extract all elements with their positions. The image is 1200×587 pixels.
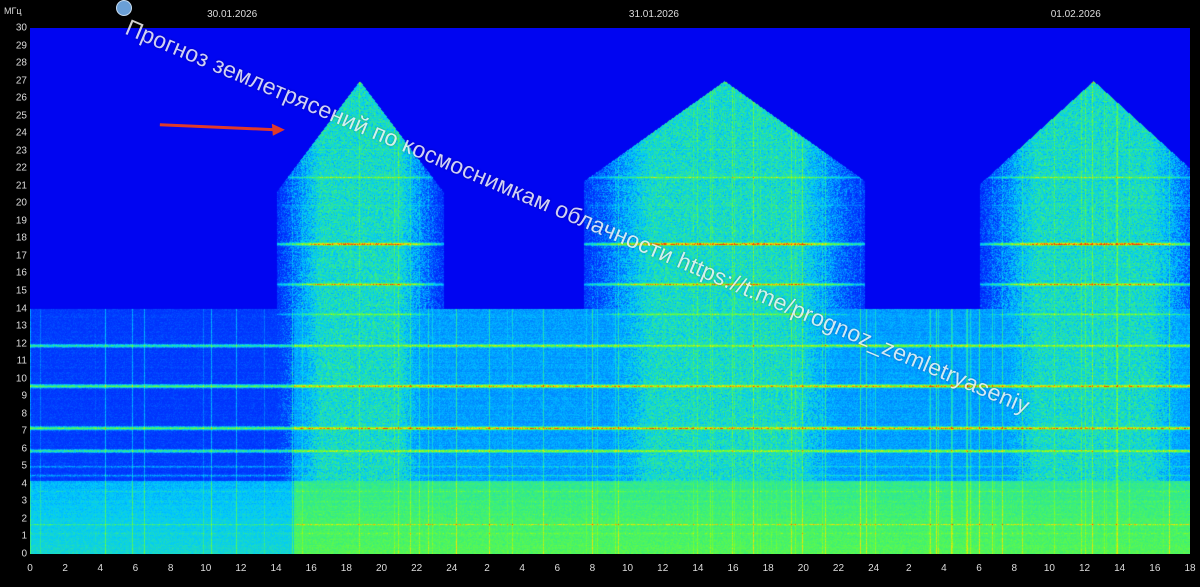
spectrogram-chart: МГц 30.01.2026 31.01.2026 01.02.2026 01234…: [0, 0, 1200, 587]
annotation-layer: [159, 123, 285, 136]
arrow-shaft: [159, 123, 275, 132]
telegram-dot-icon: [116, 0, 132, 16]
arrow-head-icon: [271, 123, 285, 136]
